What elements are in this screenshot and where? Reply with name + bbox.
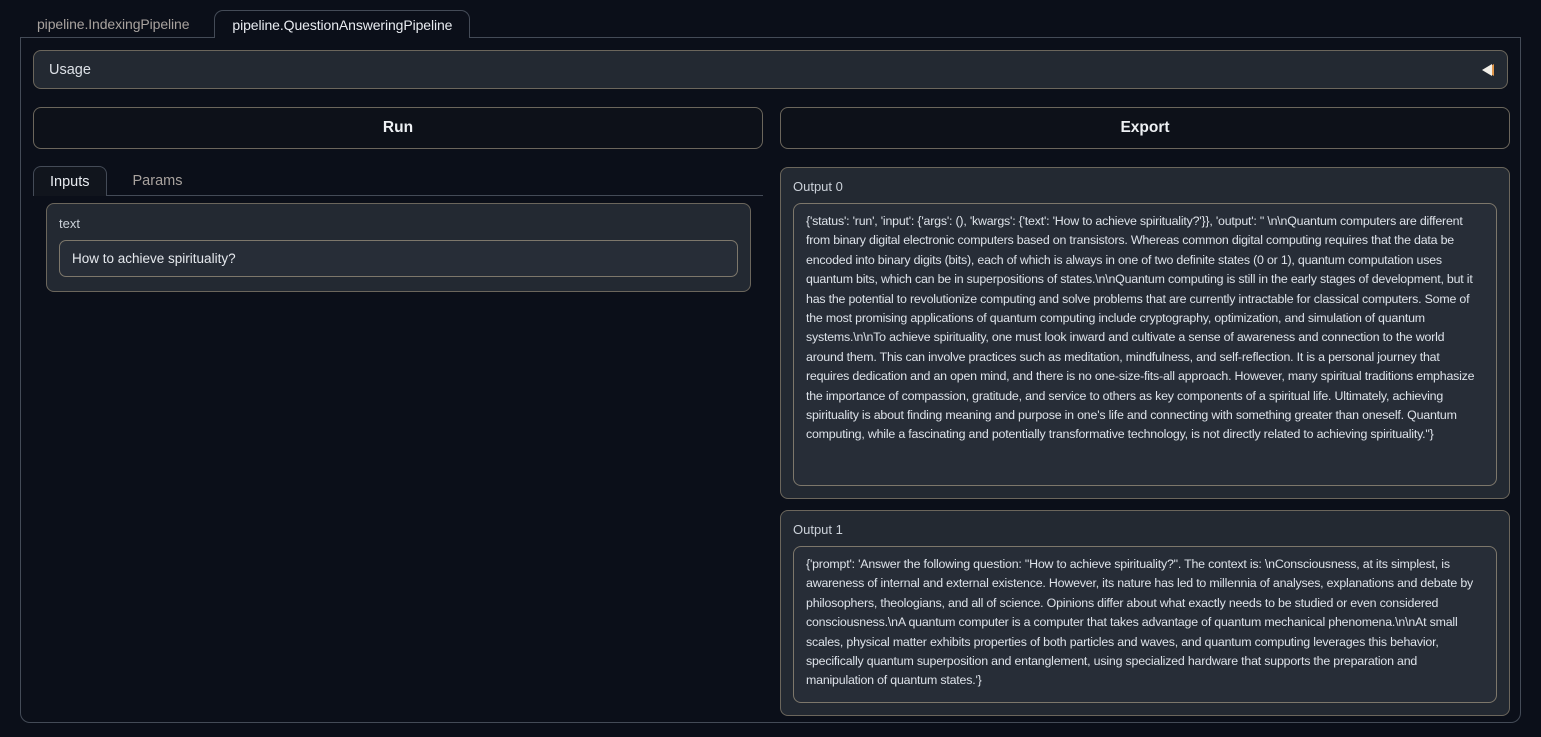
output-0-panel: Output 0 {'status': 'run', 'input': {'ar… (780, 167, 1510, 499)
tab-inputs[interactable]: Inputs (33, 166, 107, 196)
usage-accordion-label: Usage (49, 62, 91, 78)
tab-indexing-pipeline[interactable]: pipeline.IndexingPipeline (20, 10, 206, 37)
output-0-textbox[interactable]: {'status': 'run', 'input': {'args': (), … (793, 203, 1497, 486)
export-button[interactable]: Export (780, 107, 1510, 149)
main-tab-nav: pipeline.IndexingPipeline pipeline.Quest… (20, 10, 1521, 38)
output-1-label: Output 1 (793, 522, 1497, 537)
usage-accordion[interactable]: Usage (33, 50, 1508, 89)
output-column: Export Output 0 {'status': 'run', 'input… (780, 107, 1510, 716)
io-tab-nav: Inputs Params (33, 166, 763, 196)
inputs-panel: text (46, 203, 751, 292)
question-answering-pipeline-panel: Usage Run Inputs Params text Export Outp… (20, 38, 1521, 723)
output-0-label: Output 0 (793, 179, 1497, 194)
tab-question-answering-pipeline[interactable]: pipeline.QuestionAnsweringPipeline (214, 10, 470, 38)
run-button[interactable]: Run (33, 107, 763, 149)
input-column: Run Inputs Params text (33, 107, 763, 292)
accordion-collapse-arrow-icon[interactable] (1479, 63, 1492, 77)
output-1-textbox[interactable]: {'prompt': 'Answer the following questio… (793, 546, 1497, 703)
tab-params[interactable]: Params (113, 166, 203, 195)
text-field-label: text (59, 216, 738, 231)
text-input[interactable] (59, 240, 738, 277)
output-1-panel: Output 1 {'prompt': 'Answer the followin… (780, 510, 1510, 716)
